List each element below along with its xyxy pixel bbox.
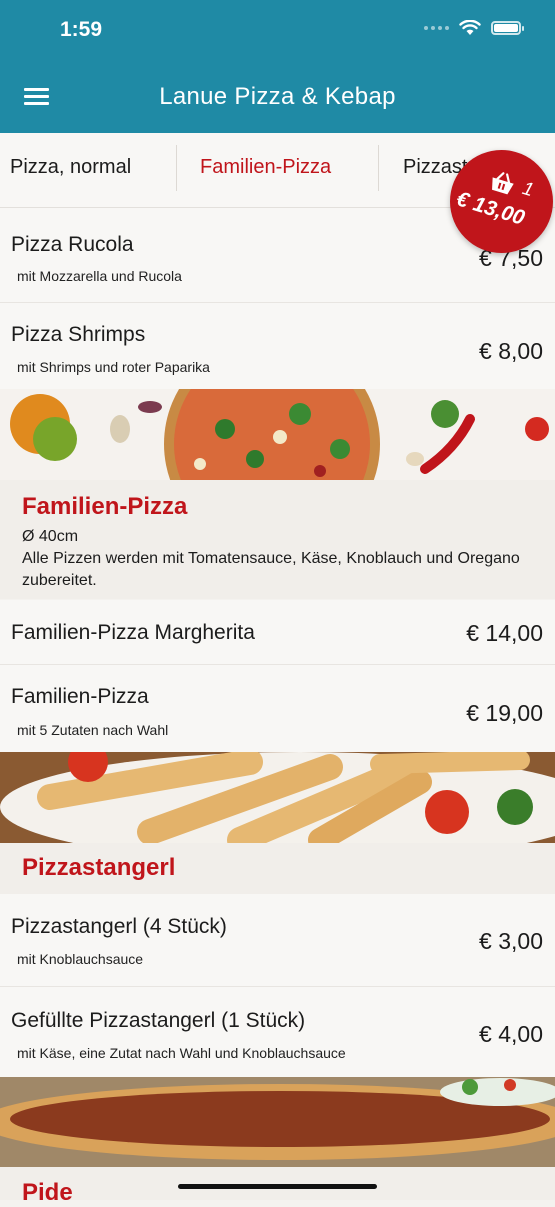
signal-icon (424, 26, 449, 30)
cart-button[interactable]: 1 € 13,00 (450, 150, 553, 253)
status-icons (424, 20, 524, 36)
pizza-banner-image (0, 389, 555, 480)
section-title: Familien-Pizza (22, 493, 188, 520)
shopping-basket-icon (492, 172, 514, 195)
menu-item[interactable]: Gefüllte Pizzastangerl (1 Stück) mit Käs… (0, 987, 555, 1078)
item-price: € 8,00 (479, 338, 543, 364)
tab-familien-pizza[interactable]: Familien-Pizza (200, 133, 331, 207)
item-name: Familien-Pizza Margherita (11, 621, 255, 644)
cart-count: 1 (519, 178, 537, 202)
menu-item[interactable]: Familien-Pizza Margherita € 14,00 (0, 600, 555, 665)
menu-item[interactable]: Familien-Pizza mit 5 Zutaten nach Wahl €… (0, 665, 555, 753)
item-description: mit Knoblauchsauce (17, 951, 144, 967)
wifi-icon (459, 20, 481, 35)
item-name: Pizza Rucola (11, 233, 134, 256)
section-description: Alle Pizzen werden mit Tomatensauce, Käs… (22, 550, 520, 589)
item-description: mit Shrimps und roter Paparika (17, 359, 210, 375)
tab-divider (176, 145, 177, 191)
section-title: Pide (22, 1179, 73, 1206)
page-title: Lanue Pizza & Kebap (159, 83, 396, 110)
home-indicator[interactable] (178, 1184, 377, 1189)
pizzastangerl-banner-image (0, 752, 555, 843)
menu-item[interactable]: Pizzastangerl (4 Stück) mit Knoblauchsau… (0, 894, 555, 987)
section-title: Pizzastangerl (22, 854, 176, 881)
battery-icon (491, 21, 524, 35)
pide-banner-image (0, 1077, 555, 1167)
item-name: Pizzastangerl (4 Stück) (11, 915, 227, 938)
item-price: € 19,00 (466, 700, 543, 726)
app-header: 1:59 Lanue Pizza & Kebap (0, 0, 555, 133)
section-header: Pizzastangerl (0, 843, 555, 894)
item-price: € 4,00 (479, 1021, 543, 1047)
item-name: Gefüllte Pizzastangerl (1 Stück) (11, 1009, 306, 1032)
item-description: mit Käse, eine Zutat nach Wahl und Knobl… (17, 1045, 346, 1061)
tab-divider (378, 145, 379, 191)
item-price: € 14,00 (466, 620, 543, 646)
item-description: mit Mozzarella und Rucola (17, 268, 182, 284)
item-name: Pizza Shrimps (11, 323, 146, 346)
item-name: Familien-Pizza (11, 685, 149, 708)
status-time: 1:59 (60, 18, 103, 41)
item-price: € 3,00 (479, 928, 543, 954)
menu-item[interactable]: Pizza Shrimps mit Shrimps und roter Papa… (0, 303, 555, 390)
item-description: mit 5 Zutaten nach Wahl (17, 722, 169, 738)
tab-pizza-normal[interactable]: Pizza, normal (10, 133, 131, 207)
section-header: Familien-Pizza Ø 40cm Alle Pizzen werden… (0, 480, 555, 599)
section-size: Ø 40cm (22, 528, 79, 545)
